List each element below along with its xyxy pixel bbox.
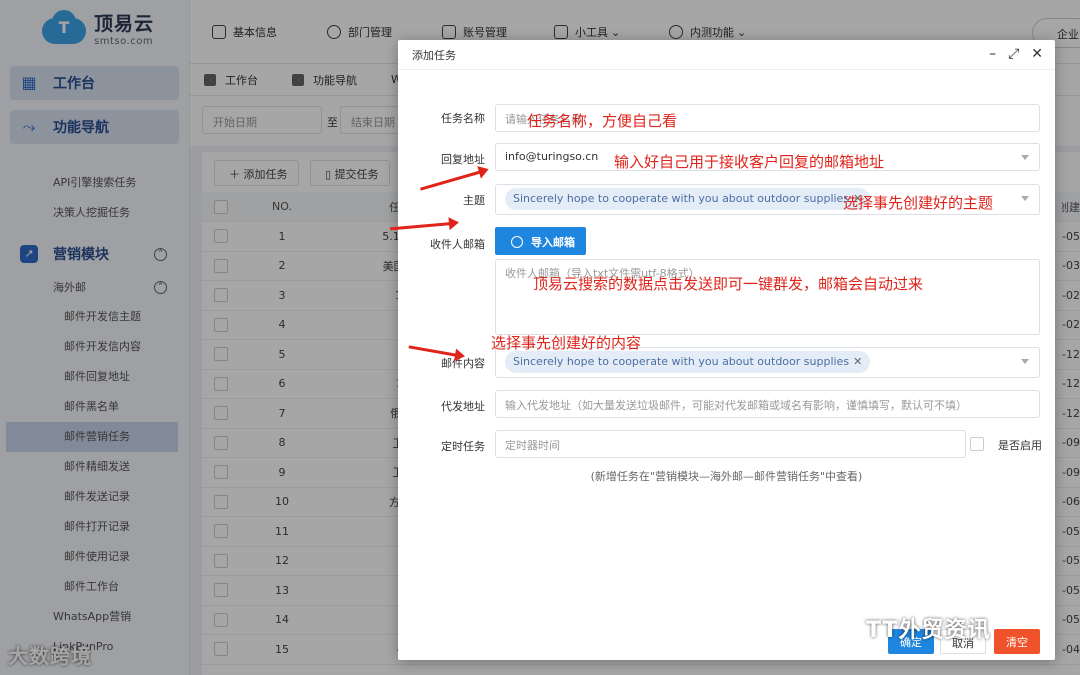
annotation-content: 选择事先创建好的内容 — [491, 334, 642, 352]
close-icon[interactable]: ✕ — [1031, 46, 1043, 62]
maximize-icon[interactable]: ⤢ — [1008, 46, 1019, 62]
subject-tag-label: Sincerely hope to cooperate with you abo… — [513, 192, 850, 205]
annotation-subject: 选择事先创建好的主题 — [843, 194, 994, 212]
watermark-right: TT外贸资讯 — [866, 618, 991, 643]
clear-button[interactable]: 清空 — [994, 629, 1040, 654]
content-tag: Sincerely hope to cooperate with you abo… — [505, 351, 871, 373]
chevron-down-icon — [1021, 359, 1029, 364]
refresh-icon — [511, 236, 523, 248]
minimize-icon[interactable]: – — [989, 46, 996, 62]
subject-tag: Sincerely hope to cooperate with you abo… — [505, 188, 871, 210]
annotation-recipient: 顶易云搜索的数据点击发送即可一键群发，邮箱会自动过来 — [533, 275, 924, 293]
annotation-task-name: 任务名称，方便自己看 — [527, 112, 678, 130]
proxy-address-label: 代发地址 — [441, 400, 485, 413]
chevron-down-icon — [1021, 155, 1029, 160]
tag-remove-icon[interactable]: ✕ — [853, 355, 862, 368]
recipient-textarea[interactable]: 收件人邮箱（导入txt文件需utf-8格式） — [495, 259, 1040, 335]
enable-checkbox[interactable] — [970, 437, 984, 451]
recipient-label: 收件人邮箱 — [430, 238, 485, 251]
dialog-title: 添加任务 — [412, 48, 456, 62]
import-emails-label: 导入邮箱 — [531, 236, 575, 249]
chevron-down-icon — [1021, 196, 1029, 201]
dialog-header: 添加任务 — [398, 40, 1055, 70]
timer-label: 定时任务 — [441, 440, 485, 453]
content-tag-label: Sincerely hope to cooperate with you abo… — [513, 355, 850, 368]
import-emails-button[interactable]: 导入邮箱 — [495, 227, 586, 255]
enable-label: 是否启用 — [998, 439, 1042, 452]
task-name-label: 任务名称 — [441, 112, 485, 125]
dialog-hint: (新增任务在"营销模块—海外邮—邮件营销任务"中查看) — [590, 470, 863, 483]
annotation-reply: 输入好自己用于接收客户回复的邮箱地址 — [614, 153, 885, 171]
subject-label: 主题 — [463, 194, 485, 207]
reply-address-value: info@turingso.cn — [505, 150, 599, 163]
proxy-address-input[interactable]: 输入代发地址（如大量发送垃圾邮件，可能对代发邮箱或域名有影响，谨慎填写，默认可不… — [495, 390, 1040, 418]
timer-input[interactable]: 定时器时间 — [495, 430, 966, 458]
